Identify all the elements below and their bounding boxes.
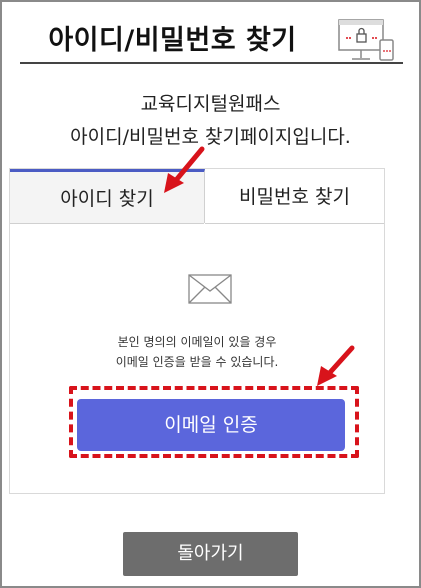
intro-line-1: 교육디지털원패스 [140, 93, 281, 115]
computer-lock-icon [338, 18, 396, 68]
intro-line-2: 아이디/비밀번호 찾기페이지입니다. [70, 126, 351, 148]
page-header: 아이디/비밀번호 찾기 [0, 0, 421, 70]
find-tabs-panel: 아이디 찾기 비밀번호 찾기 본인 명의의 이메일이 있을 경우 이메일 인증을… [9, 168, 385, 494]
intro-text: 교육디지털원패스 아이디/비밀번호 찾기페이지입니다. [0, 88, 421, 154]
annotation-arrow-button [317, 345, 355, 386]
annotation-dashed-box [69, 386, 359, 458]
page-title: 아이디/비밀번호 찾기 [48, 25, 297, 56]
annotation-arrow-tab [164, 146, 205, 193]
envelope-icon [188, 274, 232, 308]
back-button[interactable]: 돌아가기 [123, 532, 298, 576]
tab-divider [10, 223, 204, 224]
tab-find-password[interactable]: 비밀번호 찾기 [205, 169, 384, 224]
